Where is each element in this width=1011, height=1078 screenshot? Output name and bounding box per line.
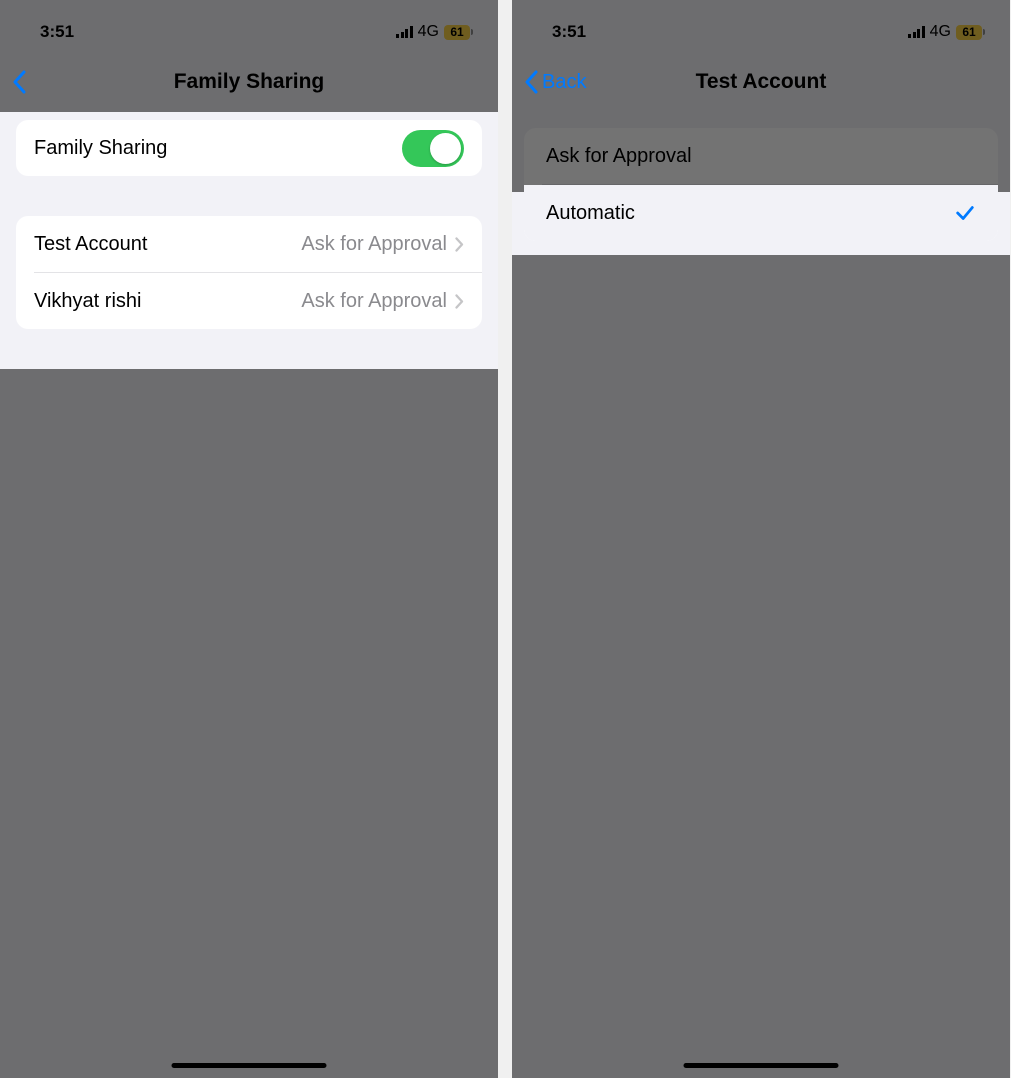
- status-network: 4G: [418, 23, 439, 41]
- signal-icon: [908, 26, 925, 38]
- page-title: Family Sharing: [0, 70, 498, 94]
- screen-test-account: 3:51 4G 61 Back Test Account Ask for App…: [512, 0, 1010, 1078]
- option-automatic[interactable]: Automatic: [524, 185, 998, 241]
- chevron-left-icon: [12, 70, 26, 94]
- options-group: Ask for Approval Automatic: [524, 128, 998, 241]
- chevron-right-icon: [455, 294, 464, 309]
- member-name: Test Account: [34, 233, 301, 256]
- chevron-right-icon: [455, 237, 464, 252]
- battery-icon: 61: [444, 25, 470, 40]
- status-time: 3:51: [552, 22, 586, 42]
- option-label: Automatic: [546, 202, 954, 225]
- member-name: Vikhyat rishi: [34, 290, 301, 313]
- member-status: Ask for Approval: [301, 233, 447, 256]
- status-right: 4G 61: [908, 23, 982, 41]
- signal-icon: [396, 26, 413, 38]
- home-indicator[interactable]: [684, 1063, 839, 1068]
- screen-family-sharing: 3:51 4G 61 Family Sharing Family Sharing…: [0, 0, 498, 1078]
- status-time: 3:51: [40, 22, 74, 42]
- toggle-group: Family Sharing: [16, 120, 482, 176]
- member-row-test-account[interactable]: Test Account Ask for Approval: [16, 216, 482, 272]
- back-button[interactable]: Back: [524, 70, 586, 94]
- family-sharing-toggle-row[interactable]: Family Sharing: [16, 120, 482, 176]
- nav-bar: Back Test Account: [512, 54, 1010, 110]
- battery-icon: 61: [956, 25, 982, 40]
- status-network: 4G: [930, 23, 951, 41]
- member-status: Ask for Approval: [301, 290, 447, 313]
- members-group: Test Account Ask for Approval Vikhyat ri…: [16, 216, 482, 329]
- status-bar: 3:51 4G 61: [0, 0, 498, 54]
- nav-bar: Family Sharing: [0, 54, 498, 110]
- option-label: Ask for Approval: [546, 145, 976, 168]
- toggle-knob: [430, 133, 461, 164]
- back-label: Back: [542, 71, 586, 94]
- check-icon: [954, 202, 976, 224]
- toggle-label: Family Sharing: [34, 137, 402, 160]
- page-title: Test Account: [512, 70, 1010, 94]
- chevron-left-icon: [524, 70, 538, 94]
- option-ask-for-approval[interactable]: Ask for Approval: [524, 128, 998, 184]
- status-bar: 3:51 4G 61: [512, 0, 1010, 54]
- home-indicator[interactable]: [172, 1063, 327, 1068]
- status-right: 4G 61: [396, 23, 470, 41]
- dim-bottom: [512, 255, 1010, 1078]
- toggle-switch[interactable]: [402, 130, 464, 167]
- member-row-vikhyat[interactable]: Vikhyat rishi Ask for Approval: [16, 273, 482, 329]
- back-button[interactable]: [12, 70, 26, 94]
- dim-bottom: [0, 369, 498, 1078]
